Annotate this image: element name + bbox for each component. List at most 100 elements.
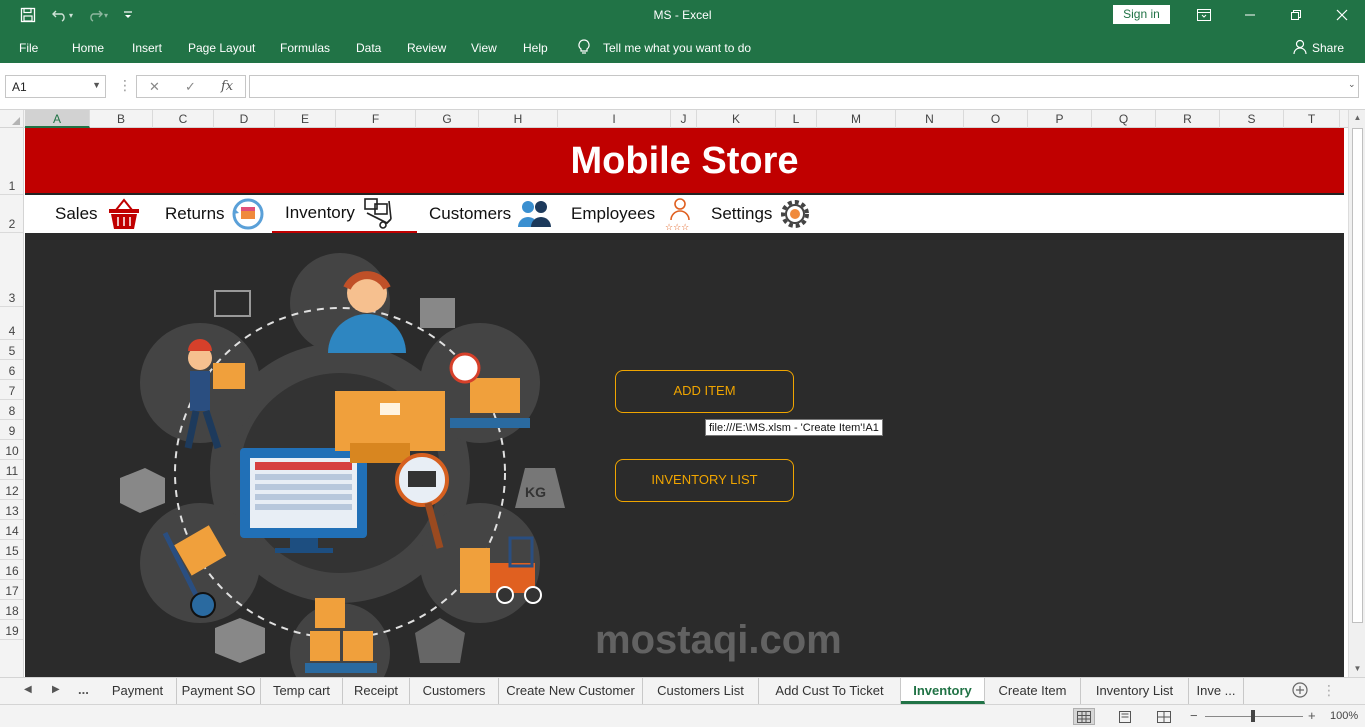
column-header-s[interactable]: S bbox=[1220, 110, 1284, 128]
insert-function-icon[interactable]: fx bbox=[221, 79, 233, 94]
minimize-icon[interactable] bbox=[1227, 0, 1273, 30]
sheet-tab[interactable]: Receipt bbox=[343, 678, 410, 704]
scroll-tabs-left-icon[interactable]: ◀ bbox=[24, 684, 32, 695]
row-header-14[interactable]: 14 bbox=[0, 520, 23, 540]
row-header-5[interactable]: 5 bbox=[0, 340, 23, 360]
nav-returns[interactable]: Returns bbox=[165, 195, 265, 233]
sheet-tab[interactable]: Inve ... bbox=[1189, 678, 1244, 704]
row-header-15[interactable]: 15 bbox=[0, 540, 23, 560]
row-header-17[interactable]: 17 bbox=[0, 580, 23, 600]
normal-view-icon[interactable] bbox=[1073, 708, 1095, 725]
column-header-h[interactable]: H bbox=[479, 110, 558, 128]
column-header-m[interactable]: M bbox=[817, 110, 896, 128]
tab-insert[interactable]: Insert bbox=[132, 41, 162, 55]
sheet-tab[interactable]: Create Item bbox=[985, 678, 1081, 704]
sheet-tab[interactable]: Temp cart bbox=[261, 678, 343, 704]
nav-settings[interactable]: Settings bbox=[711, 195, 812, 233]
column-header-l[interactable]: L bbox=[776, 110, 817, 128]
row-header-1[interactable]: 1 bbox=[0, 128, 23, 195]
nav-inventory[interactable]: Inventory bbox=[272, 195, 417, 233]
column-header-c[interactable]: C bbox=[153, 110, 214, 128]
sheet-tab[interactable]: Payment bbox=[99, 678, 177, 704]
tab-review[interactable]: Review bbox=[407, 41, 446, 55]
row-header-6[interactable]: 6 bbox=[0, 360, 23, 380]
row-header-8[interactable]: 8 bbox=[0, 400, 23, 420]
select-all-corner[interactable] bbox=[0, 110, 24, 128]
page-break-view-icon[interactable] bbox=[1153, 708, 1175, 725]
row-header-12[interactable]: 12 bbox=[0, 480, 23, 500]
new-sheet-icon[interactable] bbox=[1292, 682, 1308, 701]
page-layout-view-icon[interactable] bbox=[1114, 708, 1136, 725]
tab-formulas[interactable]: Formulas bbox=[280, 41, 330, 55]
tab-page-layout[interactable]: Page Layout bbox=[188, 41, 255, 55]
chevron-down-icon[interactable]: ▼ bbox=[92, 80, 101, 90]
column-header-b[interactable]: B bbox=[90, 110, 153, 128]
lightbulb-icon[interactable] bbox=[578, 39, 590, 58]
share-button[interactable]: Share bbox=[1312, 41, 1344, 55]
sheet-tab[interactable]: Create New Customer bbox=[499, 678, 643, 704]
nav-sales[interactable]: Sales bbox=[55, 195, 144, 233]
column-header-q[interactable]: Q bbox=[1092, 110, 1156, 128]
nav-employees[interactable]: Employees ☆☆☆ bbox=[571, 195, 699, 233]
column-header-p[interactable]: P bbox=[1028, 110, 1092, 128]
enter-icon[interactable]: ✓ bbox=[185, 79, 196, 95]
scroll-up-icon[interactable]: ▲ bbox=[1349, 110, 1365, 126]
vertical-scrollbar[interactable]: ▲ ▼ bbox=[1348, 110, 1365, 677]
column-header-d[interactable]: D bbox=[214, 110, 275, 128]
tab-view[interactable]: View bbox=[471, 41, 497, 55]
sheet-tab[interactable]: Customers bbox=[410, 678, 499, 704]
tab-file[interactable]: File bbox=[19, 41, 38, 55]
zoom-out-icon[interactable]: − bbox=[1190, 708, 1198, 723]
add-item-button[interactable]: ADD ITEM bbox=[615, 370, 794, 413]
sheet-tab[interactable]: Payment SO bbox=[177, 678, 261, 704]
tab-split-handle-icon[interactable]: ⋮ bbox=[1322, 682, 1336, 699]
row-header-9[interactable]: 9 bbox=[0, 420, 23, 440]
column-header-j[interactable]: J bbox=[671, 110, 697, 128]
tab-data[interactable]: Data bbox=[356, 41, 381, 55]
inventory-list-button[interactable]: INVENTORY LIST bbox=[615, 459, 794, 502]
sheet-tab[interactable]: Inventory bbox=[901, 678, 985, 704]
zoom-slider-thumb[interactable] bbox=[1251, 710, 1255, 722]
row-header-11[interactable]: 11 bbox=[0, 460, 23, 480]
close-icon[interactable] bbox=[1319, 0, 1365, 30]
row-header-7[interactable]: 7 bbox=[0, 380, 23, 400]
sheet-tab[interactable]: Add Cust To Ticket bbox=[759, 678, 901, 704]
sheet-tab[interactable]: Inventory List bbox=[1081, 678, 1189, 704]
column-header-f[interactable]: F bbox=[336, 110, 416, 128]
column-header-i[interactable]: I bbox=[558, 110, 671, 128]
restore-icon[interactable] bbox=[1273, 0, 1319, 30]
row-header-4[interactable]: 4 bbox=[0, 307, 23, 340]
sheet-tab[interactable]: Customers List bbox=[643, 678, 759, 704]
scroll-tabs-right-icon[interactable]: ▶ bbox=[52, 684, 60, 695]
tab-home[interactable]: Home bbox=[72, 41, 104, 55]
column-header-g[interactable]: G bbox=[416, 110, 479, 128]
row-header-19[interactable]: 19 bbox=[0, 620, 23, 640]
share-person-icon[interactable] bbox=[1293, 39, 1307, 58]
column-header-o[interactable]: O bbox=[964, 110, 1028, 128]
row-header-16[interactable]: 16 bbox=[0, 560, 23, 580]
column-header-n[interactable]: N bbox=[896, 110, 964, 128]
column-header-k[interactable]: K bbox=[697, 110, 776, 128]
column-header-t[interactable]: T bbox=[1284, 110, 1340, 128]
sign-in-button[interactable]: Sign in bbox=[1113, 5, 1170, 24]
nav-customers[interactable]: Customers bbox=[429, 195, 553, 233]
ribbon-display-options-icon[interactable] bbox=[1181, 0, 1227, 30]
row-header-18[interactable]: 18 bbox=[0, 600, 23, 620]
resize-handle-icon[interactable]: ⋮ bbox=[118, 77, 132, 94]
scroll-down-icon[interactable]: ▼ bbox=[1349, 661, 1365, 677]
tell-me-search[interactable]: Tell me what you want to do bbox=[603, 41, 751, 55]
cancel-icon[interactable]: ✕ bbox=[149, 79, 160, 95]
expand-formula-bar-icon[interactable]: ⌄ bbox=[1348, 79, 1356, 90]
column-header-a[interactable]: A bbox=[25, 110, 90, 128]
more-tabs-button[interactable]: ... bbox=[78, 682, 89, 697]
zoom-level[interactable]: 100% bbox=[1330, 710, 1358, 722]
tab-help[interactable]: Help bbox=[523, 41, 548, 55]
name-box[interactable]: A1 ▼ bbox=[5, 75, 106, 98]
row-header-13[interactable]: 13 bbox=[0, 500, 23, 520]
column-header-r[interactable]: R bbox=[1156, 110, 1220, 128]
row-header-3[interactable]: 3 bbox=[0, 233, 23, 307]
row-header-2[interactable]: 2 bbox=[0, 195, 23, 233]
formula-input[interactable] bbox=[249, 75, 1359, 98]
column-header-e[interactable]: E bbox=[275, 110, 336, 128]
zoom-in-icon[interactable]: + bbox=[1308, 708, 1316, 723]
